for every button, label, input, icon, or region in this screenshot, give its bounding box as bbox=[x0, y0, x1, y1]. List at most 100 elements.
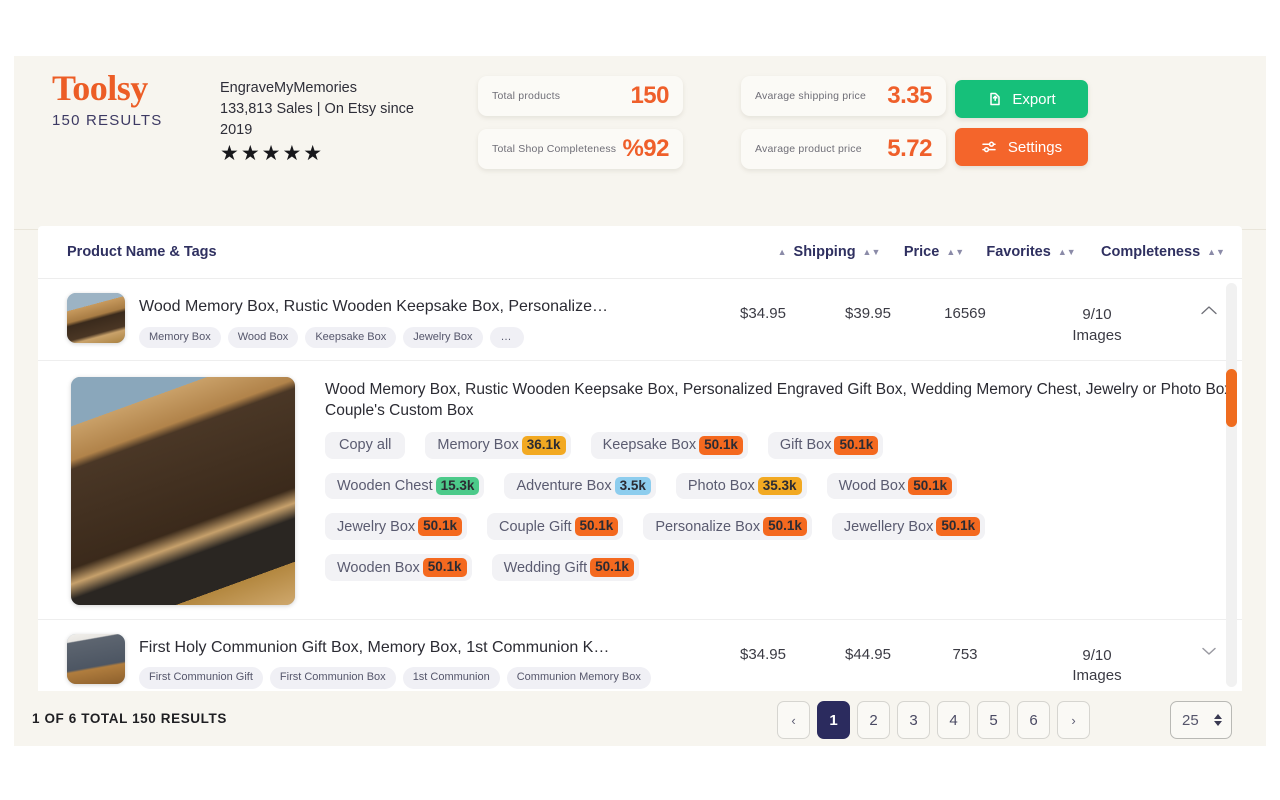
table-scrollbar-track[interactable] bbox=[1226, 283, 1237, 687]
completeness-unit: Images bbox=[1072, 667, 1122, 685]
keyword-label: Wooden Chest bbox=[337, 477, 433, 494]
shop-meta: 133,813 Sales | On Etsy since 2019 bbox=[220, 101, 414, 139]
stat-label: Avarage shipping price bbox=[755, 90, 867, 102]
product-title[interactable]: Wood Memory Box, Rustic Wooden Keepsake … bbox=[325, 380, 1242, 422]
column-header-price[interactable]: Price ▲▼ bbox=[890, 244, 978, 260]
stat-value: %92 bbox=[622, 135, 669, 162]
product-image-large[interactable] bbox=[71, 376, 295, 605]
stat-value: 150 bbox=[630, 82, 669, 109]
keyword-tag[interactable]: Memory Box 36.1k bbox=[425, 431, 571, 459]
tag-chip[interactable]: Communion Memory Box bbox=[506, 667, 651, 689]
column-header-shipping[interactable]: ▲ Shipping ▲▼ bbox=[768, 244, 890, 260]
keyword-tag[interactable]: Keepsake Box 50.1k bbox=[590, 431, 748, 459]
export-button-label: Export bbox=[1012, 90, 1056, 108]
shop-name: EngraveMyMemories bbox=[220, 80, 357, 96]
keyword-label: Adventure Box bbox=[516, 477, 612, 494]
pagination-page-6[interactable]: 6 bbox=[1017, 701, 1050, 739]
tag-chip[interactable]: 1st Communion bbox=[402, 667, 500, 689]
keyword-label: Wood Box bbox=[838, 477, 906, 494]
tag-chip[interactable]: Wood Box bbox=[227, 326, 299, 348]
product-title[interactable]: First Holy Communion Gift Box, Memory Bo… bbox=[139, 637, 651, 659]
keyword-label: Jewellery Box bbox=[843, 518, 934, 535]
completeness-count: 9/10 bbox=[1082, 306, 1112, 323]
chevron-up-icon bbox=[1200, 303, 1218, 360]
keyword-tag[interactable]: Adventure Box 3.5k bbox=[504, 472, 656, 500]
column-header-favorites[interactable]: Favorites ▲▼ bbox=[978, 244, 1084, 260]
keyword-tag[interactable]: Couple Gift 50.1k bbox=[486, 513, 624, 541]
keyword-label: Couple Gift bbox=[498, 518, 572, 535]
completeness-unit: Images bbox=[1072, 326, 1122, 344]
column-label: Price bbox=[903, 244, 940, 260]
column-header-completeness[interactable]: Completeness ▲▼ bbox=[1084, 244, 1242, 260]
sort-asc-icon: ▲ bbox=[777, 246, 787, 257]
product-thumbnail[interactable] bbox=[67, 633, 125, 684]
tag-chip[interactable]: Memory Box bbox=[139, 326, 221, 348]
pagination-page-5[interactable]: 5 bbox=[977, 701, 1010, 739]
sort-toggle-icon: ▲▼ bbox=[862, 246, 881, 257]
column-label: Favorites bbox=[986, 244, 1051, 260]
stepper-icon bbox=[1214, 714, 1222, 726]
page-size-selector[interactable]: 25 bbox=[1170, 701, 1232, 739]
keyword-count: 50.1k bbox=[422, 558, 467, 578]
page-size-value: 25 bbox=[1182, 711, 1199, 729]
favorites-value: 16569 bbox=[944, 305, 986, 322]
keyword-tag[interactable]: Wedding Gift 50.1k bbox=[491, 554, 639, 582]
tag-chip[interactable]: Keepsake Box bbox=[305, 326, 397, 348]
keyword-tag[interactable]: Photo Box 35.3k bbox=[675, 472, 807, 500]
tag-chip[interactable]: Jewelry Box bbox=[403, 326, 483, 348]
shop-rating-stars: ★★★★★ bbox=[220, 142, 325, 166]
table-row[interactable]: First Holy Communion Gift Box, Memory Bo… bbox=[38, 619, 1242, 691]
completeness-value: 9/10 Images bbox=[1018, 279, 1176, 360]
brand-results-count: 150 RESULTS bbox=[52, 112, 163, 129]
price-value: $39.95 bbox=[845, 305, 891, 322]
pagination-page-1[interactable]: 1 bbox=[817, 701, 850, 739]
settings-button-label: Settings bbox=[1007, 138, 1063, 156]
column-label: Completeness bbox=[1101, 244, 1201, 260]
product-title[interactable]: Wood Memory Box, Rustic Wooden Keepsake … bbox=[139, 296, 608, 318]
stat-card-total-products: Total products 150 bbox=[478, 76, 683, 116]
table-row-expanded: Wood Memory Box, Rustic Wooden Keepsake … bbox=[38, 360, 1242, 620]
keyword-tag[interactable]: Personalize Box 50.1k bbox=[643, 513, 812, 541]
tag-more-chip[interactable]: … bbox=[489, 326, 524, 348]
tag-chip[interactable]: First Communion Box bbox=[269, 667, 396, 689]
keyword-tag[interactable]: Wood Box 50.1k bbox=[826, 472, 958, 500]
stat-label: Total products bbox=[492, 90, 561, 102]
keyword-label: Gift Box bbox=[779, 437, 832, 453]
table-body: Wood Memory Box, Rustic Wooden Keepsake … bbox=[38, 279, 1242, 691]
sliders-icon bbox=[981, 139, 999, 155]
pagination-page-3[interactable]: 3 bbox=[897, 701, 930, 739]
shipping-value: $34.95 bbox=[740, 305, 786, 322]
brand-name: Toolsy bbox=[52, 68, 148, 108]
brand-block: Toolsy 150 RESULTS bbox=[52, 70, 217, 129]
product-thumbnail[interactable] bbox=[67, 293, 125, 343]
keyword-tag[interactable]: Wooden Box 50.1k bbox=[325, 554, 472, 582]
keyword-count: 50.1k bbox=[936, 517, 981, 537]
stat-card-shop-completeness: Total Shop Completeness %92 bbox=[478, 129, 683, 169]
keyword-tag[interactable]: Jewelry Box 50.1k bbox=[325, 513, 467, 541]
pagination-prev-button[interactable]: ‹ bbox=[777, 701, 810, 739]
keyword-tag[interactable]: Jewellery Box 50.1k bbox=[831, 513, 986, 541]
stat-value: 3.35 bbox=[887, 82, 932, 109]
copy-all-button[interactable]: Copy all bbox=[325, 431, 406, 459]
table-row[interactable]: Wood Memory Box, Rustic Wooden Keepsake … bbox=[38, 279, 1242, 361]
keyword-tag[interactable]: Gift Box 50.1k bbox=[767, 431, 884, 459]
stat-column-left: Total products 150 Total Shop Completene… bbox=[478, 76, 683, 182]
keyword-count: 50.1k bbox=[418, 517, 462, 537]
table-header-row: Product Name & Tags ▲ Shipping ▲▼ Price … bbox=[38, 226, 1242, 279]
export-button[interactable]: Export bbox=[955, 80, 1088, 118]
completeness-value: 9/10 Images bbox=[1018, 620, 1176, 691]
keyword-count: 50.1k bbox=[590, 558, 634, 578]
keyword-tag[interactable]: Wooden Chest 15.3k bbox=[325, 472, 485, 500]
keyword-label: Personalize Box bbox=[655, 518, 761, 535]
column-header-product-name[interactable]: Product Name & Tags bbox=[67, 244, 768, 260]
table-footer: 1 OF 6 TOTAL 150 RESULTS ‹ 1 2 3 4 5 6 ›… bbox=[14, 691, 1266, 746]
pagination-page-4[interactable]: 4 bbox=[937, 701, 970, 739]
pagination-next-button[interactable]: › bbox=[1057, 701, 1090, 739]
pagination-page-2[interactable]: 2 bbox=[857, 701, 890, 739]
chevron-down-icon bbox=[1200, 644, 1218, 691]
stat-card-average-shipping-price: Avarage shipping price 3.35 bbox=[741, 76, 946, 116]
settings-button[interactable]: Settings bbox=[955, 128, 1088, 166]
table-scrollbar-thumb[interactable] bbox=[1226, 369, 1237, 427]
price-value: $44.95 bbox=[845, 645, 891, 663]
tag-chip[interactable]: First Communion Gift bbox=[139, 667, 263, 689]
